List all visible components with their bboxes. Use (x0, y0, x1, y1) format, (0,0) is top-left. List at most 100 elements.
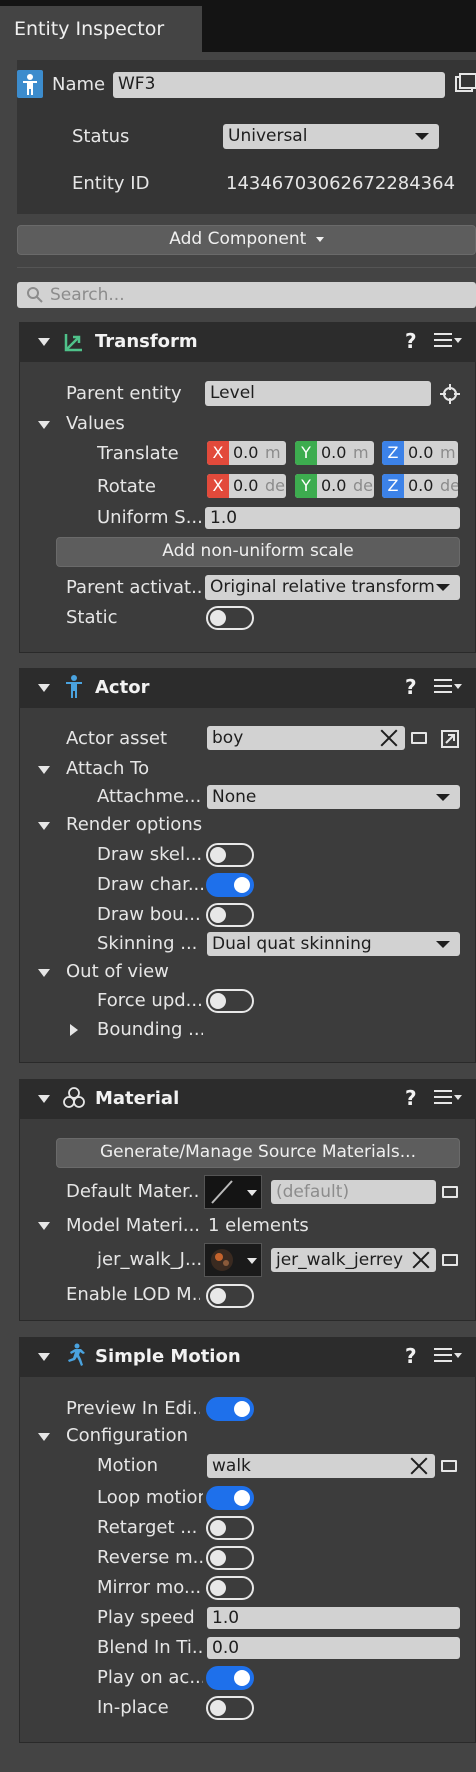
draw-character-toggle[interactable] (206, 873, 254, 897)
material-slot-value: jer_walk_jerrey (276, 1250, 404, 1270)
open-editor-icon[interactable] (440, 729, 460, 749)
loop-motion-toggle[interactable] (206, 1486, 254, 1510)
retarget-toggle[interactable] (206, 1516, 254, 1540)
default-material-label: Default Mater... (66, 1181, 200, 1202)
unit-label: m (440, 443, 456, 462)
expand-icon[interactable] (70, 1024, 78, 1036)
menu-icon[interactable] (434, 333, 462, 351)
parent-activation-dropdown[interactable]: Original relative transform (205, 575, 460, 600)
collapse-icon[interactable] (38, 1095, 50, 1103)
enable-lod-toggle[interactable] (206, 1284, 254, 1308)
clear-icon[interactable] (379, 728, 399, 748)
collapse-icon[interactable] (38, 1353, 50, 1361)
material-slot-field[interactable]: jer_walk_jerrey (271, 1248, 436, 1272)
generate-materials-button[interactable]: Generate/Manage Source Materials... (56, 1138, 460, 1168)
rotate-y-field[interactable]: Y 0.0 de (295, 474, 374, 498)
skinning-dropdown[interactable]: Dual quat skinning (207, 932, 460, 956)
entity-id-value: 14346703062672284364 (226, 173, 456, 194)
material-thumbnail[interactable] (204, 1175, 262, 1209)
in-place-toggle[interactable] (206, 1696, 254, 1720)
force-update-toggle[interactable] (206, 989, 254, 1013)
play-on-activation-label: Play on ac... (97, 1667, 203, 1688)
play-speed-field[interactable]: 1.0 (207, 1607, 460, 1629)
translate-x-field[interactable]: X 0.0 m (207, 441, 286, 465)
configuration-label: Configuration (66, 1425, 189, 1446)
bounding-label: Bounding ... (97, 1019, 203, 1040)
menu-icon[interactable] (434, 1090, 462, 1108)
skinning-label: Skinning ... (97, 933, 198, 954)
collapse-icon[interactable] (38, 822, 50, 830)
uniform-scale-field[interactable]: 1.0 (205, 507, 460, 529)
material-slot-thumbnail[interactable] (204, 1243, 262, 1277)
search-icon (27, 287, 43, 303)
material-icon (63, 1087, 85, 1108)
uniform-scale-label: Uniform S... (97, 507, 203, 528)
unit-label: m (353, 443, 369, 462)
draw-bounds-toggle[interactable] (206, 903, 254, 927)
static-label: Static (66, 607, 118, 628)
force-update-label: Force upd... (97, 990, 203, 1011)
draw-skeleton-label: Draw skel... (97, 844, 203, 865)
target-icon[interactable] (439, 383, 461, 405)
chevron-down-icon[interactable] (247, 1258, 257, 1264)
search-input[interactable]: Search... (17, 282, 476, 308)
translate-y-field[interactable]: Y 0.0 m (295, 441, 374, 465)
name-field[interactable]: WF3 (113, 72, 445, 98)
help-icon[interactable]: ? (405, 1344, 417, 1368)
blend-in-time-field[interactable]: 0.0 (207, 1637, 460, 1659)
material-title: Material (95, 1088, 180, 1109)
model-materials-count: 1 elements (208, 1215, 309, 1236)
preview-in-editor-toggle[interactable] (206, 1397, 254, 1421)
translate-z-value: 0.0 (408, 443, 434, 462)
help-icon[interactable]: ? (405, 675, 417, 699)
actor-asset-field[interactable]: boy (207, 726, 405, 750)
add-nonuniform-scale-button[interactable]: Add non-uniform scale (56, 537, 460, 567)
folder-icon[interactable] (411, 732, 427, 744)
play-on-activation-toggle[interactable] (206, 1666, 254, 1690)
motion-field[interactable]: walk (207, 1454, 435, 1478)
status-dropdown[interactable]: Universal (223, 124, 439, 149)
entity-icon (17, 70, 43, 98)
translate-z-field[interactable]: Z 0.0 m (382, 441, 458, 465)
default-material-field[interactable]: (default) (271, 1180, 436, 1204)
folder-icon[interactable] (442, 1254, 458, 1266)
reverse-motion-toggle[interactable] (206, 1546, 254, 1570)
clear-icon[interactable] (409, 1456, 429, 1476)
unit-label: de (440, 476, 458, 495)
help-icon[interactable]: ? (405, 329, 417, 353)
rotate-z-field[interactable]: Z 0.0 de (382, 474, 458, 498)
add-component-button[interactable]: Add Component (17, 225, 476, 255)
clear-icon[interactable] (411, 1250, 431, 1270)
static-toggle[interactable] (206, 606, 254, 630)
translate-x-value: 0.0 (233, 443, 259, 462)
axis-x-label: X (207, 474, 229, 498)
attachment-dropdown[interactable]: None (207, 785, 460, 809)
collapse-icon[interactable] (38, 1222, 50, 1230)
reverse-motion-label: Reverse m... (97, 1547, 203, 1568)
collapse-icon[interactable] (38, 338, 50, 346)
collapse-icon[interactable] (38, 766, 50, 774)
tab-entity-inspector[interactable]: Entity Inspector (0, 6, 202, 52)
retarget-label: Retarget ... (97, 1517, 198, 1538)
parent-entity-field[interactable]: Level (205, 381, 431, 406)
preview-in-editor-label: Preview In Edi... (66, 1398, 200, 1419)
folder-icon[interactable] (442, 1186, 458, 1198)
menu-icon[interactable] (434, 1348, 462, 1366)
help-icon[interactable]: ? (405, 1086, 417, 1110)
collapse-icon[interactable] (38, 421, 50, 429)
collapse-icon[interactable] (38, 684, 50, 692)
mirror-motion-toggle[interactable] (206, 1576, 254, 1600)
axis-y-label: Y (295, 441, 317, 465)
collapse-icon[interactable] (38, 1433, 50, 1441)
collapse-icon[interactable] (38, 969, 50, 977)
rotate-x-field[interactable]: X 0.0 de (207, 474, 286, 498)
values-label: Values (66, 413, 125, 434)
menu-icon[interactable] (434, 679, 462, 697)
unit-label: m (265, 443, 281, 462)
chevron-down-icon[interactable] (247, 1190, 257, 1196)
folder-icon[interactable] (441, 1460, 457, 1472)
actor-icon (66, 675, 82, 698)
draw-skeleton-toggle[interactable] (206, 843, 254, 867)
pin-icon[interactable] (454, 72, 476, 98)
actor-asset-label: Actor asset (66, 728, 168, 749)
